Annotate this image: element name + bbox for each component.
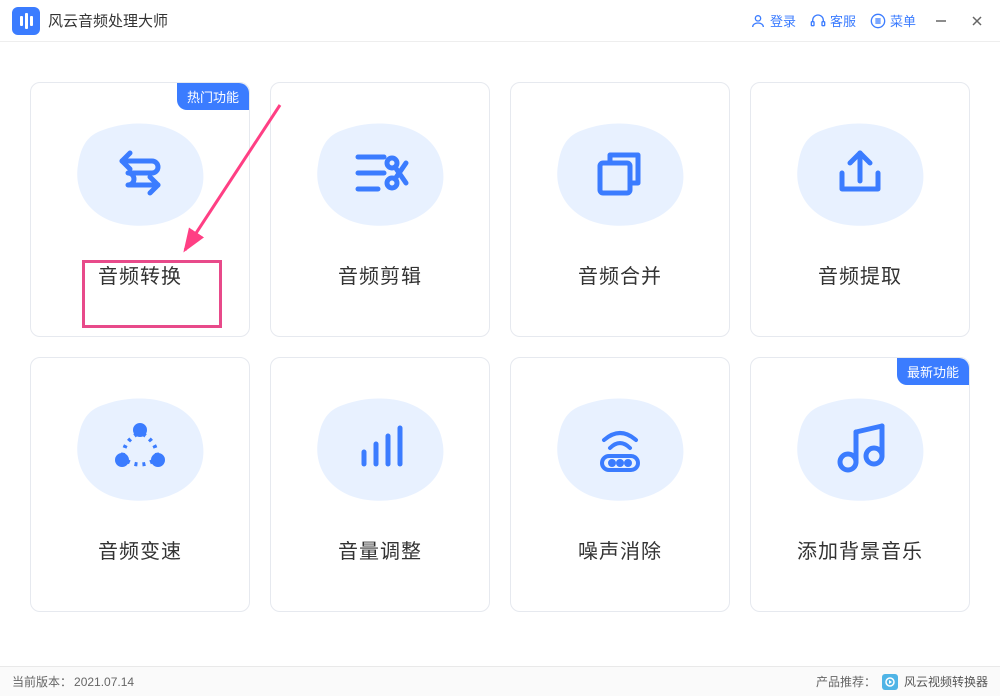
card-label: 噪声消除	[578, 535, 662, 564]
card-audio-speed[interactable]: 音频变速	[30, 357, 250, 612]
export-up-icon	[828, 141, 892, 205]
feature-grid: 热门功能 音频转换	[0, 42, 1000, 632]
login-button[interactable]: 登录	[750, 11, 796, 30]
close-icon	[971, 15, 983, 27]
card-label: 音频提取	[818, 260, 902, 289]
card-icon-wrap	[553, 390, 688, 505]
titlebar: 风云音频处理大师 登录 客服 菜单	[0, 0, 1000, 42]
card-icon-wrap	[313, 390, 448, 505]
headset-icon	[810, 13, 826, 29]
music-note-icon	[828, 416, 892, 480]
card-icon-wrap	[313, 115, 448, 230]
recommend-product-link[interactable]: 风云视频转换器	[904, 673, 988, 690]
card-label: 音频转换	[98, 260, 182, 289]
card-audio-edit[interactable]: 音频剪辑	[270, 82, 490, 337]
card-audio-extract[interactable]: 音频提取	[750, 82, 970, 337]
card-noise-removal[interactable]: 噪声消除	[510, 357, 730, 612]
merge-squares-icon	[588, 141, 652, 205]
card-icon-wrap	[73, 390, 208, 505]
menu-button[interactable]: 菜单	[870, 11, 916, 30]
titlebar-actions: 登录 客服 菜单	[750, 10, 988, 32]
speed-nodes-icon	[108, 416, 172, 480]
card-volume-adjust[interactable]: 音量调整	[270, 357, 490, 612]
support-button[interactable]: 客服	[810, 11, 856, 30]
card-icon-wrap	[73, 115, 208, 230]
scissors-icon	[348, 141, 412, 205]
app-title: 风云音频处理大师	[48, 10, 168, 31]
user-icon	[750, 13, 766, 29]
card-label: 音频变速	[98, 535, 182, 564]
card-audio-merge[interactable]: 音频合并	[510, 82, 730, 337]
card-icon-wrap	[793, 115, 928, 230]
recommend-label: 产品推荐：	[816, 673, 876, 690]
convert-arrows-icon	[108, 141, 172, 205]
hot-badge: 热门功能	[177, 83, 249, 110]
menu-list-icon	[870, 13, 886, 29]
version-value: 2021.07.14	[74, 675, 134, 689]
app-logo-icon	[12, 7, 40, 35]
card-label: 音量调整	[338, 535, 422, 564]
card-label: 添加背景音乐	[797, 535, 923, 564]
close-button[interactable]	[966, 10, 988, 32]
card-add-bgm[interactable]: 最新功能 添加背景音乐	[750, 357, 970, 612]
card-label: 音频剪辑	[338, 260, 422, 289]
footer: 当前版本： 2021.07.14 产品推荐： 风云视频转换器	[0, 666, 1000, 696]
card-audio-convert[interactable]: 热门功能 音频转换	[30, 82, 250, 337]
minimize-button[interactable]	[930, 10, 952, 32]
volume-bars-icon	[348, 416, 412, 480]
new-badge: 最新功能	[897, 358, 969, 385]
card-icon-wrap	[553, 115, 688, 230]
version-label: 当前版本：	[12, 673, 72, 690]
minimize-icon	[935, 15, 947, 27]
card-label: 音频合并	[578, 260, 662, 289]
wifi-device-icon	[588, 416, 652, 480]
card-icon-wrap	[793, 390, 928, 505]
recommend-product-icon	[882, 674, 898, 690]
